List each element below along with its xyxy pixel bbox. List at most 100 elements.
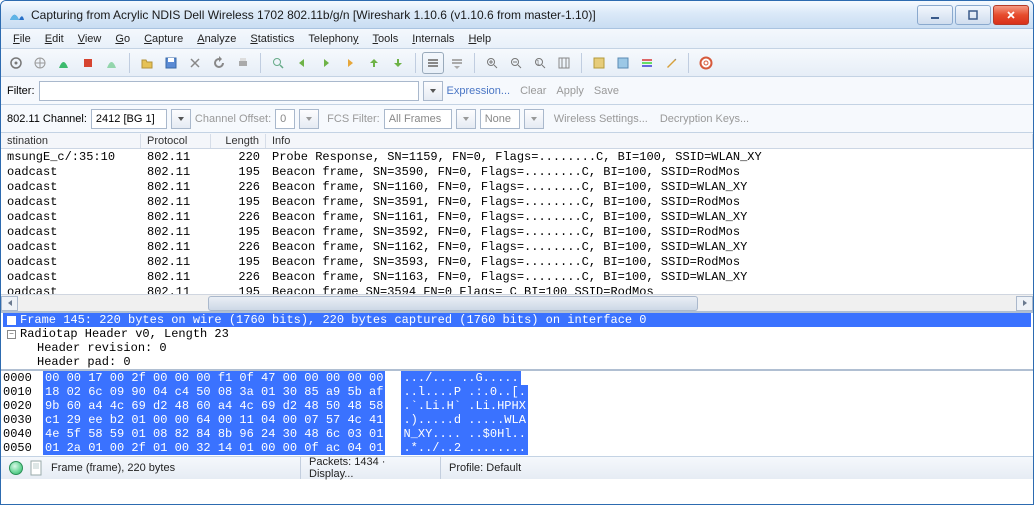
capture-filter-icon[interactable]	[588, 52, 610, 74]
colorize-icon[interactable]	[422, 52, 444, 74]
menu-file[interactable]: File	[7, 31, 37, 47]
col-destination[interactable]: stination	[1, 134, 141, 148]
last-icon[interactable]	[387, 52, 409, 74]
menu-help[interactable]: Help	[462, 31, 497, 47]
zoom-reset-icon[interactable]: 1	[529, 52, 551, 74]
menu-capture[interactable]: Capture	[138, 31, 189, 47]
detail-frame[interactable]: + Frame 145: 220 bytes on wire (1760 bit…	[3, 313, 1031, 327]
table-row[interactable]: oadcast802.11195Beacon frame, SN=3590, F…	[1, 164, 1033, 179]
goto-icon[interactable]	[339, 52, 361, 74]
expand-icon[interactable]: +	[7, 316, 16, 325]
col-protocol[interactable]: Protocol	[141, 134, 211, 148]
menu-tools[interactable]: Tools	[367, 31, 405, 47]
autoscroll-icon[interactable]	[446, 52, 468, 74]
display-filter-icon[interactable]	[612, 52, 634, 74]
packet-list-body[interactable]: msungE_c/:35:10802.11220Probe Response, …	[1, 149, 1033, 294]
table-row[interactable]: oadcast802.11226Beacon frame, SN=1163, F…	[1, 269, 1033, 284]
menu-internals[interactable]: Internals	[406, 31, 460, 47]
table-row[interactable]: msungE_c/:35:10802.11220Probe Response, …	[1, 149, 1033, 164]
table-row[interactable]: oadcast802.11195Beacon frame, SN=3591, F…	[1, 194, 1033, 209]
scroll-right-icon[interactable]	[1016, 296, 1033, 311]
packet-list-pane: stination Protocol Length Info msungE_c/…	[1, 133, 1033, 313]
scroll-left-icon[interactable]	[1, 296, 18, 311]
restart-icon[interactable]	[101, 52, 123, 74]
minimize-button[interactable]	[917, 5, 953, 25]
detail-headerrev[interactable]: Header revision: 0	[3, 341, 1031, 355]
menu-go[interactable]: Go	[109, 31, 136, 47]
print-icon[interactable]	[232, 52, 254, 74]
table-row[interactable]: oadcast802.11226Beacon frame, SN=1162, F…	[1, 239, 1033, 254]
table-row[interactable]: oadcast802.11226Beacon frame, SN=1160, F…	[1, 179, 1033, 194]
forward-icon[interactable]	[315, 52, 337, 74]
table-row[interactable]: oadcast802.11195Beacon frame, SN=3593, F…	[1, 254, 1033, 269]
wireless-settings-button[interactable]: Wireless Settings...	[554, 113, 648, 125]
wireshark-icon	[9, 7, 25, 23]
hex-row[interactable]: 00404e 5f 58 59 01 08 82 84 8b 96 24 30 …	[3, 427, 1031, 441]
save-icon[interactable]	[160, 52, 182, 74]
menu-telephony[interactable]: Telephony	[302, 31, 364, 47]
packet-list-hscroll[interactable]	[1, 294, 1033, 311]
expression-button[interactable]: Expression...	[447, 85, 511, 97]
coloring-rules-icon[interactable]	[636, 52, 658, 74]
hex-row[interactable]: 0030c1 29 ee b2 01 00 00 64 00 11 04 00 …	[3, 413, 1031, 427]
prefs-icon[interactable]	[660, 52, 682, 74]
wireless-toolbar: 802.11 Channel: Channel Offset: FCS Filt…	[1, 105, 1033, 133]
col-info[interactable]: Info	[266, 134, 1033, 148]
reload-icon[interactable]	[208, 52, 230, 74]
find-icon[interactable]	[267, 52, 289, 74]
statusbar: Frame (frame), 220 bytes Packets: 1434 ·…	[1, 457, 1033, 479]
apply-button[interactable]: Apply	[556, 85, 584, 97]
back-icon[interactable]	[291, 52, 313, 74]
resize-cols-icon[interactable]	[553, 52, 575, 74]
detail-radiotap[interactable]: − Radiotap Header v0, Length 23	[3, 327, 1031, 341]
zoom-in-icon[interactable]	[481, 52, 503, 74]
options-icon[interactable]	[29, 52, 51, 74]
interfaces-icon[interactable]	[5, 52, 27, 74]
close-button[interactable]	[993, 5, 1029, 25]
menu-analyze[interactable]: Analyze	[191, 31, 242, 47]
clear-button[interactable]: Clear	[520, 85, 546, 97]
hex-row[interactable]: 000000 00 17 00 2f 00 00 00 f1 0f 47 00 …	[3, 371, 1031, 385]
zoom-out-icon[interactable]	[505, 52, 527, 74]
channel-select[interactable]	[91, 109, 167, 129]
stop-icon[interactable]	[77, 52, 99, 74]
hex-row[interactable]: 00209b 60 a4 4c 69 d2 48 60 a4 4c 69 d2 …	[3, 399, 1031, 413]
open-icon[interactable]	[136, 52, 158, 74]
menu-statistics[interactable]: Statistics	[244, 31, 300, 47]
main-toolbar: 1	[1, 49, 1033, 77]
col-length[interactable]: Length	[211, 134, 266, 148]
table-row[interactable]: oadcast802.11195Beacon frame SN=3594 FN=…	[1, 284, 1033, 294]
table-row[interactable]: oadcast802.11226Beacon frame, SN=1161, F…	[1, 209, 1033, 224]
decryption-keys-button[interactable]: Decryption Keys...	[660, 113, 749, 125]
window-buttons	[917, 5, 1029, 25]
channel-dropdown[interactable]	[171, 109, 191, 129]
close-file-icon[interactable]	[184, 52, 206, 74]
packet-details-pane[interactable]: + Frame 145: 220 bytes on wire (1760 bit…	[1, 313, 1033, 371]
menu-view[interactable]: View	[72, 31, 108, 47]
fcs-select[interactable]	[384, 109, 452, 129]
maximize-button[interactable]	[955, 5, 991, 25]
decrypt-dropdown[interactable]	[524, 109, 544, 129]
save-filter-button[interactable]: Save	[594, 85, 619, 97]
status-frame: Frame (frame), 220 bytes	[51, 462, 175, 474]
collapse-icon[interactable]: −	[7, 330, 16, 339]
menu-edit[interactable]: Edit	[39, 31, 70, 47]
detail-headerpad[interactable]: Header pad: 0	[3, 355, 1031, 369]
filter-input[interactable]	[39, 81, 419, 101]
status-profile-cell[interactable]: Profile: Default	[441, 457, 1033, 479]
status-frame-cell: Frame (frame), 220 bytes	[1, 457, 301, 479]
start-icon[interactable]	[53, 52, 75, 74]
menubar: File Edit View Go Capture Analyze Statis…	[1, 29, 1033, 49]
hex-row[interactable]: 005001 2a 01 00 2f 01 00 32 14 01 00 00 …	[3, 441, 1031, 455]
filter-dropdown[interactable]	[423, 81, 443, 101]
packet-bytes-pane[interactable]: 000000 00 17 00 2f 00 00 00 f1 0f 47 00 …	[1, 371, 1033, 457]
fcs-dropdown[interactable]	[456, 109, 476, 129]
decrypt-select[interactable]	[480, 109, 520, 129]
hex-row[interactable]: 001018 02 6c 09 90 04 c4 50 08 3a 01 30 …	[3, 385, 1031, 399]
table-row[interactable]: oadcast802.11195Beacon frame, SN=3592, F…	[1, 224, 1033, 239]
first-icon[interactable]	[363, 52, 385, 74]
scroll-thumb[interactable]	[208, 296, 698, 311]
channel-offset[interactable]	[275, 109, 295, 129]
help-icon[interactable]	[695, 52, 717, 74]
channel-offset-dropdown[interactable]	[299, 109, 319, 129]
